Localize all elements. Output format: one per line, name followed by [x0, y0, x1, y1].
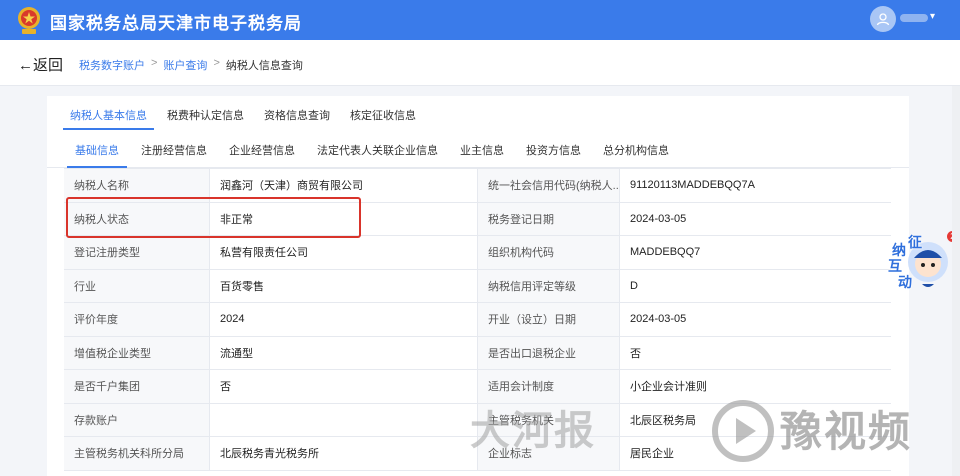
status-highlight-box	[66, 197, 361, 238]
top-header-bar: 国家税务总局天津市电子税务局 ▾	[0, 0, 960, 40]
secondary-tabs: 基础信息 注册经营信息 企业经营信息 法定代表人关联企业信息 业主信息 投资方信…	[47, 132, 909, 168]
back-button[interactable]: ←返回	[18, 54, 63, 75]
breadcrumb-item-digital-account[interactable]: 税务数字账户	[79, 57, 145, 73]
table-row: 登记注册类型 私营有限责任公司 组织机构代码 MADDEBQQ7	[64, 236, 891, 270]
assistant-char: 征	[908, 234, 922, 250]
field-label: 登记注册类型	[64, 236, 210, 269]
field-value: D	[630, 279, 638, 292]
table-row: 评价年度 2024 开业（设立）日期 2024-03-05	[64, 303, 891, 337]
breadcrumb: 税务数字账户 > 账户查询 > 纳税人信息查询	[79, 57, 303, 73]
primary-tabs: 纳税人基本信息 税费种认定信息 资格信息查询 核定征收信息	[47, 96, 909, 130]
field-label: 纳税信用评定等级	[478, 269, 620, 302]
field-value: 百货零售	[210, 269, 478, 302]
field-value: 北辰税务青光税务所	[210, 437, 478, 470]
play-icon	[712, 400, 774, 462]
watermark-yushipin: 豫视频	[780, 408, 913, 455]
field-label: 评价年度	[64, 303, 210, 336]
field-label: 组织机构代码	[478, 236, 620, 269]
subtab-investor[interactable]: 投资方信息	[518, 132, 589, 168]
subtab-legal-rep[interactable]: 法定代表人关联企业信息	[309, 132, 446, 168]
field-label: 是否千户集团	[64, 370, 210, 403]
breadcrumb-separator: >	[151, 57, 158, 69]
field-value: 否	[630, 347, 641, 360]
breadcrumb-bar: ←返回 税务数字账户 > 账户查询 > 纳税人信息查询	[0, 40, 960, 86]
table-row: 增值税企业类型 流通型 是否出口退税企业 否	[64, 336, 891, 370]
tax-emblem-icon	[18, 7, 40, 34]
tab-tax-type[interactable]: 税费种认定信息	[160, 96, 251, 130]
field-value: 否	[210, 370, 478, 403]
field-label: 统一社会信用代码(纳税人...	[478, 169, 620, 202]
field-value	[210, 403, 478, 436]
tax-assistant-widget[interactable]: 征 纳 互 动	[888, 234, 950, 290]
field-value: 2024	[210, 303, 478, 336]
field-label: 开业（设立）日期	[478, 303, 620, 336]
field-value: MADDEBQQ7	[630, 246, 701, 259]
chevron-down-icon[interactable]: ▾	[930, 11, 935, 22]
subtab-branch[interactable]: 总分机构信息	[595, 132, 677, 168]
field-label: 税务登记日期	[478, 202, 620, 235]
user-icon	[876, 13, 890, 26]
field-value: 91120113MADDEBQQ7A	[630, 179, 755, 192]
user-avatar[interactable]	[870, 6, 896, 32]
subtab-operation[interactable]: 企业经营信息	[221, 132, 303, 168]
field-value: 2024-03-05	[630, 313, 687, 326]
tab-qualification[interactable]: 资格信息查询	[257, 96, 337, 130]
user-name-redacted[interactable]	[900, 14, 928, 22]
breadcrumb-item-account-query[interactable]: 账户查询	[163, 57, 207, 73]
table-row: 行业 百货零售 纳税信用评定等级 D	[64, 269, 891, 303]
field-label: 主管税务机关科所分局	[64, 437, 210, 470]
subtab-owner[interactable]: 业主信息	[452, 132, 512, 168]
breadcrumb-item-current: 纳税人信息查询	[225, 60, 303, 72]
field-label: 行业	[64, 269, 210, 302]
watermark-dahebao: 大河报	[470, 407, 596, 454]
breadcrumb-separator: >	[213, 57, 220, 69]
field-value: 流通型	[210, 336, 478, 369]
field-value: 2024-03-05	[630, 212, 687, 225]
tab-basic-info[interactable]: 纳税人基本信息	[63, 96, 154, 130]
subtab-basic[interactable]: 基础信息	[67, 132, 127, 168]
field-label: 存款账户	[64, 403, 210, 436]
assistant-char: 动	[898, 274, 912, 290]
field-label: 是否出口退税企业	[478, 336, 620, 369]
field-label: 增值税企业类型	[64, 336, 210, 369]
field-value: 私营有限责任公司	[210, 236, 478, 269]
tab-assessed-collection[interactable]: 核定征收信息	[343, 96, 423, 130]
subtab-registration[interactable]: 注册经营信息	[133, 132, 215, 168]
site-title: 国家税务总局天津市电子税务局	[50, 14, 302, 33]
page-scrollbar[interactable]	[952, 86, 960, 476]
